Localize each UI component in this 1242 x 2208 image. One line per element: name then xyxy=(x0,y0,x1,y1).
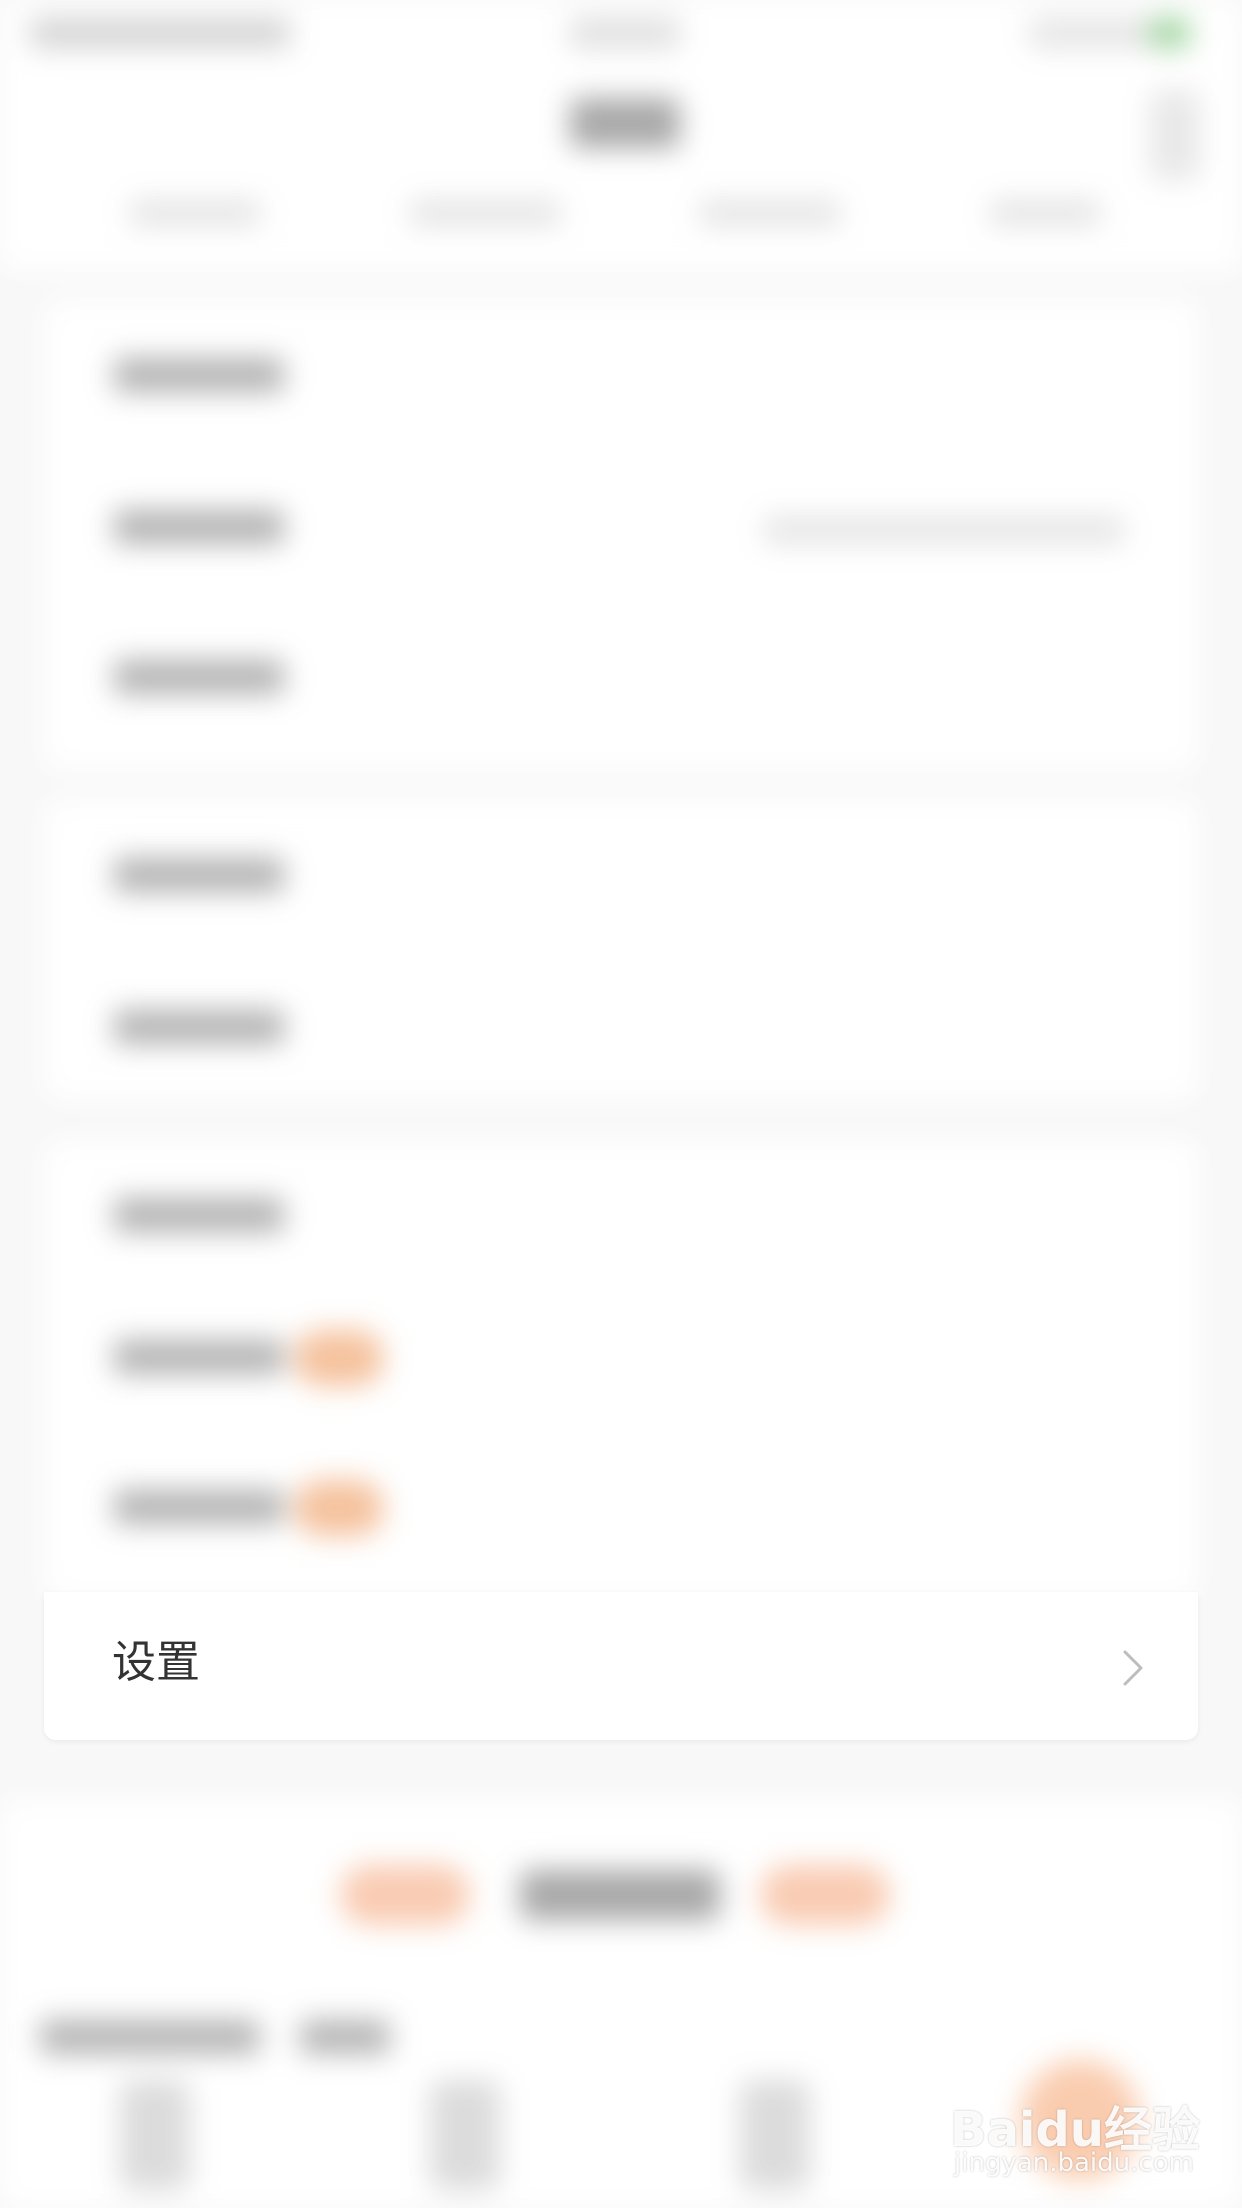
tab-placeholder xyxy=(130,200,260,226)
tab-placeholder xyxy=(990,200,1100,226)
menu-row-placeholder xyxy=(114,858,284,892)
menu-row-placeholder xyxy=(114,1490,284,1524)
app-screen: 设置 Baidu经验 jingyan.baidu.com xyxy=(0,0,1242,2208)
blurred-background xyxy=(0,0,1242,2208)
watermark-url: jingyan.baidu.com xyxy=(954,2148,1194,2178)
bottom-item-placeholder xyxy=(740,2080,810,2190)
blur-overlay xyxy=(0,0,1242,2208)
status-indicators-placeholder xyxy=(1030,18,1180,48)
banner-decoration xyxy=(760,1865,890,1925)
settings-row[interactable]: 设置 xyxy=(44,1592,1198,1740)
navigation-bar xyxy=(0,60,1242,180)
new-badge xyxy=(294,1480,384,1536)
battery-icon xyxy=(1150,18,1190,48)
menu-card xyxy=(44,1140,1198,1600)
status-bar xyxy=(0,0,1242,60)
nav-title-placeholder xyxy=(570,98,680,148)
menu-card xyxy=(44,300,1198,770)
banner-title-placeholder xyxy=(520,1870,720,1920)
bottom-item-placeholder xyxy=(430,2080,500,2190)
menu-row-placeholder xyxy=(114,1340,284,1374)
tab-placeholder xyxy=(700,200,840,226)
menu-row-placeholder xyxy=(114,358,284,392)
chevron-right-icon xyxy=(1119,1648,1147,1688)
menu-row-placeholder xyxy=(114,1010,284,1044)
settings-label: 设置 xyxy=(112,1637,200,1688)
bottom-tab-placeholder xyxy=(40,2020,260,2054)
tab-placeholder xyxy=(410,200,560,226)
status-carrier-placeholder xyxy=(30,18,290,48)
new-badge xyxy=(294,1330,384,1386)
nav-action-placeholder xyxy=(1150,90,1200,180)
menu-row-placeholder xyxy=(114,660,284,694)
top-tabs xyxy=(0,180,1242,270)
menu-row-placeholder xyxy=(114,1198,284,1232)
menu-row-value-placeholder xyxy=(764,516,1124,544)
menu-card xyxy=(44,800,1198,1100)
menu-row-placeholder xyxy=(114,510,284,544)
baidu-jingyan-watermark: Baidu经验 jingyan.baidu.com xyxy=(950,2090,1210,2180)
bottom-item-placeholder xyxy=(120,2080,190,2190)
status-time-placeholder xyxy=(570,18,680,48)
banner-decoration xyxy=(340,1865,470,1925)
bottom-tab-placeholder xyxy=(300,2020,390,2054)
promo-banner xyxy=(0,1800,1242,2000)
